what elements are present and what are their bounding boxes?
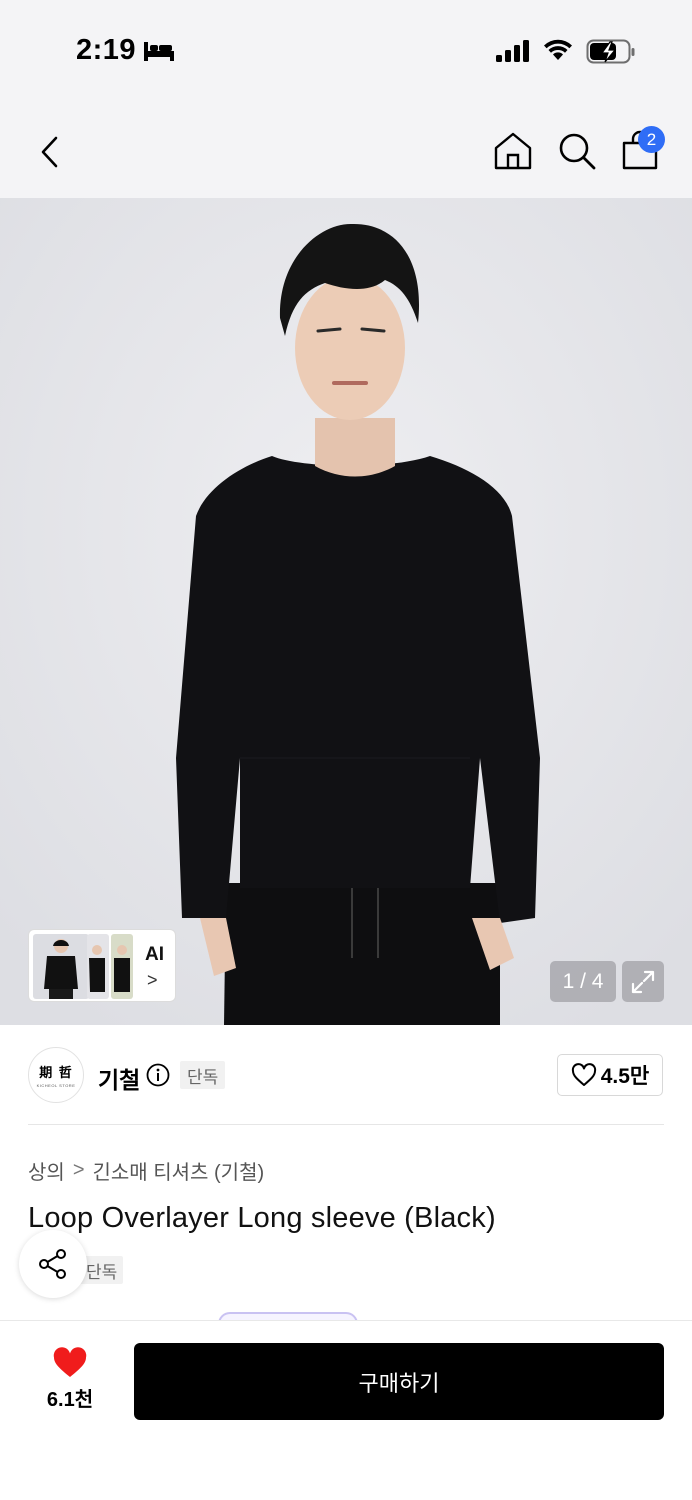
ai-label: AI <box>145 944 164 965</box>
home-icon <box>494 132 532 170</box>
brand-row: 期 哲 KICHEOL STORE 기철 단독 4.5만 <box>0 1025 692 1125</box>
ai-thumb-2 <box>87 934 109 999</box>
heart-outline-icon <box>571 1063 596 1086</box>
divider <box>28 1124 664 1125</box>
bed-icon <box>144 42 174 61</box>
back-icon <box>41 136 58 168</box>
wifi-icon <box>544 39 572 60</box>
brand-logo-text: 期 哲 <box>39 1066 73 1081</box>
brand-logo-subtext: KICHEOL STORE <box>36 1083 76 1088</box>
search-icon <box>559 133 596 170</box>
ai-lookbook-card[interactable]: AI > <box>28 929 176 1002</box>
info-icon[interactable] <box>146 1063 170 1087</box>
ai-thumb-1 <box>33 934 89 999</box>
ai-chevron: > <box>147 970 158 990</box>
buy-button[interactable]: 구매하기 <box>134 1343 664 1420</box>
cart-badge: 2 <box>638 126 665 153</box>
signal-icon <box>496 40 529 62</box>
image-page-counter: 1 / 4 <box>550 961 616 1002</box>
brand-like-button[interactable]: 4.5만 <box>557 1054 663 1096</box>
ai-thumb-3 <box>111 934 133 999</box>
status-time: 2:19 <box>76 34 137 66</box>
exclusive-tag: 단독 <box>180 1061 226 1089</box>
bottom-purchase-bar: 6.1천 구매하기 <box>0 1320 692 1500</box>
brand-name[interactable]: 기철 <box>98 1061 140 1095</box>
expand-button[interactable] <box>622 961 664 1002</box>
expand-icon <box>631 970 655 993</box>
home-button[interactable] <box>488 126 538 176</box>
heart-filled-icon <box>53 1347 87 1377</box>
breadcrumb-category[interactable]: 상의 <box>28 1156 65 1185</box>
brand-logo[interactable]: 期 哲 KICHEOL STORE <box>28 1047 84 1103</box>
wishlist-button[interactable]: 6.1천 <box>30 1347 110 1413</box>
breadcrumb: 상의 > 긴소매 티셔츠 (기철) <box>28 1156 264 1185</box>
status-bar: 2:19 <box>0 0 692 100</box>
search-button[interactable] <box>552 126 602 176</box>
brand-like-count: 4.5만 <box>600 1065 650 1088</box>
back-button[interactable] <box>26 128 74 176</box>
product-title: Loop Overlayer Long sleeve (Black) <box>28 1202 496 1234</box>
nav-bar: 2 <box>0 100 692 198</box>
cart-button[interactable]: 2 <box>614 124 666 176</box>
breadcrumb-subcategory[interactable]: 긴소매 티셔츠 (기철) <box>93 1156 265 1185</box>
wishlist-count: 6.1천 <box>46 1389 94 1411</box>
battery-icon <box>586 39 635 64</box>
product-image[interactable]: AI > 1 / 4 <box>0 198 692 1025</box>
breadcrumb-separator: > <box>72 1159 85 1181</box>
share-button[interactable] <box>19 1230 87 1298</box>
model-photo <box>0 198 692 1025</box>
share-icon <box>39 1249 66 1279</box>
